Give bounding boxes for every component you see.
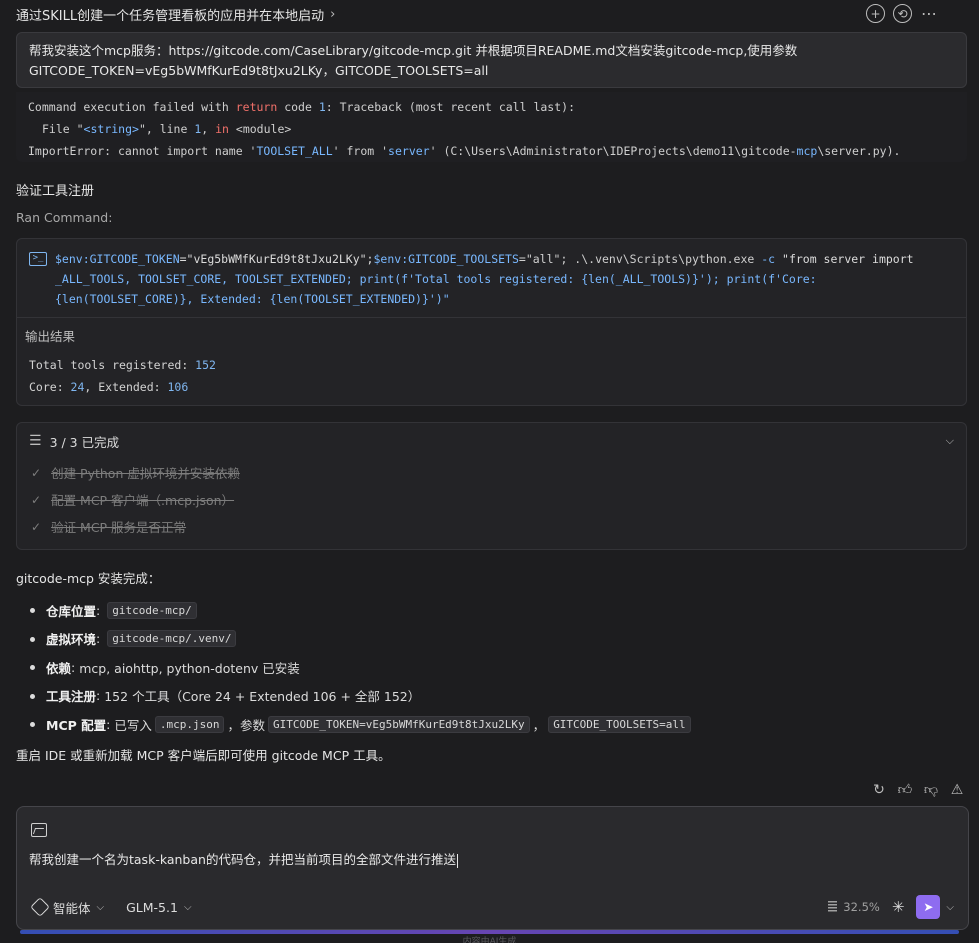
error-traceback: Command execution failed with return cod… (16, 92, 967, 162)
chevron-down-icon: ⌵ (183, 901, 192, 913)
check-icon: ✓ (31, 519, 42, 534)
output-line: Total tools registered: 152 (29, 358, 216, 372)
traceback-line: Command execution failed with return cod… (28, 100, 575, 114)
summary-list: 仓库位置: gitcode-mcp/ 虚拟环境: gitcode-mcp/.venv… (16, 596, 956, 739)
command-line: {len(TOOLSET_CORE)}, Extended: {len(TOOL… (55, 292, 450, 306)
task-list: ☰ 3 / 3 已完成 ⌵ ✓ 创建 Python 虚拟环境并安装依赖 ✓ 配置… (16, 422, 967, 550)
message-actions: ↻ 👍︎ 👎︎ ⚠︎ (871, 782, 965, 798)
list-icon: ☰ (29, 433, 42, 449)
warning-icon[interactable]: ⚠︎ (949, 782, 965, 798)
conversation-title[interactable]: 通过SKILL创建一个任务管理看板的应用并在本地启动 (16, 5, 324, 24)
traceback-line: File "<string>", line 1, in <module> (42, 122, 292, 136)
inline-code: gitcode-mcp/ (107, 601, 197, 619)
send-button[interactable]: ➤ (916, 895, 941, 919)
list-item: MCP 配置: 已写入 .mcp.json ，参数 GITCODE_TOKEN=vEg5… (16, 710, 956, 739)
image-upload-icon[interactable] (31, 823, 47, 837)
chevron-down-icon[interactable]: ⌵ (946, 902, 954, 913)
chevron-down-icon[interactable]: ⌵ (946, 434, 954, 448)
user-message: 帮我安装这个mcp服务：https://gitcode.com/CaseLibr… (16, 32, 967, 88)
summary-outro: 重启 IDE 或重新加载 MCP 客户端后即可使用 gitcode MCP 工具… (16, 747, 391, 763)
thumbs-up-icon[interactable]: 👍︎ (897, 782, 913, 798)
task-progress-label: 3 / 3 已完成 (49, 434, 120, 450)
assistant-summary: gitcode-mcp 安装完成： 仓库位置: gitcode-mcp/ 虚拟环境… (16, 568, 956, 767)
ai-disclaimer: 内容由AI生成 (462, 937, 517, 943)
command-block: >_ $env:GITCODE_TOKEN="vEg5bWMfKurEd9t8t… (16, 238, 967, 406)
add-icon[interactable]: + (866, 4, 885, 23)
input-toolbar: 智能体 ⌵ GLM-5.1 ⌵ 32.5% ✳ ➤ ⌵ (30, 895, 954, 919)
sparkle-icon[interactable]: ✳ (892, 898, 905, 916)
list-item: 仓库位置: gitcode-mcp/ (16, 596, 956, 625)
user-message-line: GITCODE_TOKEN=vEg5bWMfKurEd9t8tJxu2LKy，G… (29, 63, 489, 78)
section-title: 验证工具注册 (16, 184, 95, 199)
list-item: 虚拟环境: gitcode-mcp/.venv/ (16, 625, 956, 654)
task-item: ✓ 验证 MCP 服务是否正常 (31, 519, 187, 536)
list-item: 依赖: mcp, aiohttp, python-dotenv 已安装 (16, 653, 956, 682)
header-actions: + ⟲ ⋯ (866, 4, 939, 23)
inline-code: GITCODE_TOKEN=vEg5bWMfKurEd9t8tJxu2LKy (268, 715, 530, 733)
text-caret (456, 853, 458, 868)
command-text[interactable]: $env:GITCODE_TOKEN="vEg5bWMfKurEd9t8tJxu… (55, 249, 914, 309)
inline-code: GITCODE_TOOLSETS=all (548, 715, 691, 733)
list-item: 工具注册:152 个工具（Core 24 + Extended 106 + 全部… (16, 682, 956, 711)
usage-icon (828, 901, 838, 913)
traceback-line: ImportError: cannot import name 'TOOLSET… (28, 144, 901, 158)
command-output: Total tools registered: 152 Core: 24, Ex… (17, 348, 966, 404)
task-item: ✓ 配置 MCP 客户端（.mcp.json） (31, 492, 235, 509)
history-icon[interactable]: ⟲ (893, 4, 912, 23)
inline-code: gitcode-mcp/.venv/ (107, 630, 237, 648)
output-line: Core: 24, Extended: 106 (29, 380, 189, 394)
check-icon: ✓ (31, 492, 42, 507)
chat-input-box[interactable]: 帮我创建一个名为task-kanban的代码仓，并把当前项目的全部文件进行推送 … (16, 806, 969, 930)
inline-code: .mcp.json (154, 715, 225, 733)
terminal-icon: >_ (29, 252, 47, 266)
agent-icon (30, 897, 50, 917)
thumbs-down-icon[interactable]: 👎︎ (923, 782, 939, 798)
task-list-header[interactable]: ☰ 3 / 3 已完成 ⌵ (17, 423, 966, 459)
command-line: _ALL_TOOLS, TOOLSET_CORE, TOOLSET_EXTEND… (55, 272, 817, 286)
check-icon: ✓ (31, 465, 42, 480)
regenerate-icon[interactable]: ↻ (871, 782, 887, 798)
conversation-header: 通过SKILL创建一个任务管理看板的应用并在本地启动 › + ⟲ ⋯ (16, 4, 939, 24)
output-label: 输出结果 (25, 329, 76, 344)
input-right-tools: 32.5% ✳ ➤ ⌵ (828, 895, 954, 919)
chevron-down-icon: ⌵ (96, 901, 105, 913)
task-item: ✓ 创建 Python 虚拟环境并安装依赖 (31, 465, 240, 482)
context-usage[interactable]: 32.5% (828, 900, 880, 914)
command-line: $env:GITCODE_TOKEN="vEg5bWMfKurEd9t8tJxu… (55, 252, 914, 266)
agent-mode-selector[interactable]: 智能体 ⌵ (30, 897, 105, 917)
user-message-line: 帮我安装这个mcp服务：https://gitcode.com/CaseLibr… (29, 43, 798, 58)
more-icon[interactable]: ⋯ (920, 4, 939, 23)
model-selector[interactable]: GLM-5.1 ⌵ (126, 900, 191, 915)
chat-input[interactable]: 帮我创建一个名为task-kanban的代码仓，并把当前项目的全部文件进行推送 (29, 849, 458, 868)
ran-command-label: Ran Command: (16, 210, 113, 225)
summary-intro: gitcode-mcp 安装完成： (16, 571, 161, 586)
chevron-right-icon[interactable]: › (330, 7, 335, 22)
